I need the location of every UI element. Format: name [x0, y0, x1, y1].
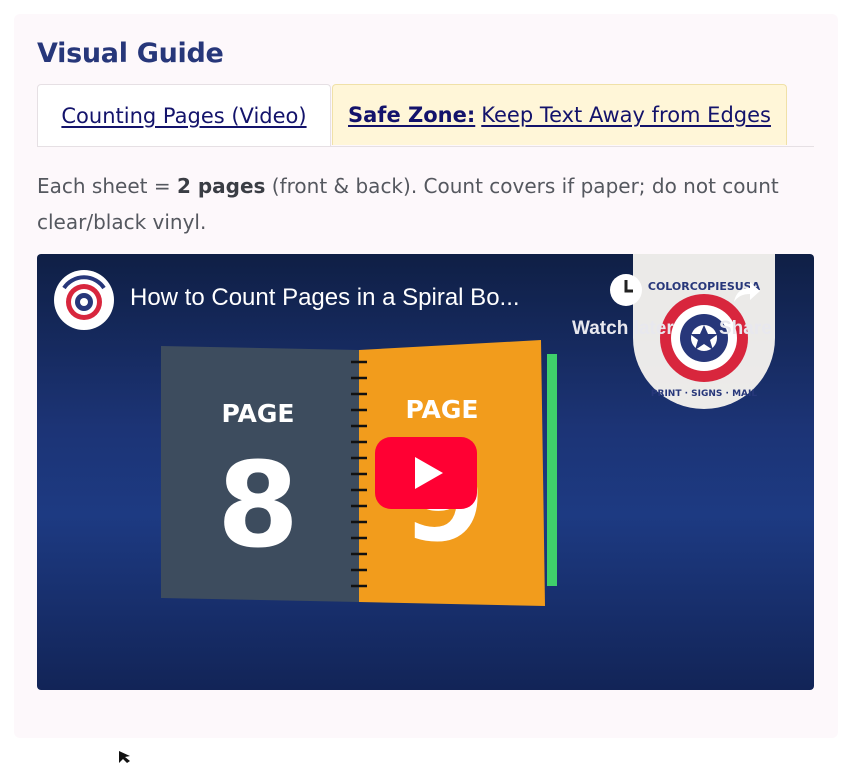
tab-safe-zone[interactable]: Safe Zone: Keep Text Away from Edges: [332, 84, 787, 145]
description-prefix: Each sheet =: [37, 174, 177, 198]
badge-tagline: PRINT · SIGNS · MAIL: [651, 389, 757, 399]
tab-label: Counting Pages (Video): [61, 103, 307, 128]
play-button[interactable]: [375, 437, 477, 509]
tab-counting-pages-video[interactable]: Counting Pages (Video): [37, 84, 331, 146]
visual-guide-card: Visual Guide Counting Pages (Video) Safe…: [14, 14, 838, 738]
share-button[interactable]: Share: [719, 318, 772, 340]
share-icon[interactable]: [728, 274, 764, 310]
left-page-number: 8: [217, 436, 299, 574]
tab-label: Safe Zone: Keep Text Away from Edges: [348, 103, 771, 127]
clock-icon[interactable]: [608, 272, 644, 308]
right-page-label: PAGE: [406, 395, 479, 424]
mouse-cursor-icon: [119, 751, 130, 763]
notebook-illustration: PAGE 8 PAGE 9: [161, 340, 557, 606]
description-text: Each sheet = 2 pages (front & back). Cou…: [37, 168, 807, 240]
channel-avatar[interactable]: [54, 270, 114, 330]
watch-later-button[interactable]: Watch later: [572, 318, 674, 340]
video-title[interactable]: How to Count Pages in a Spiral Bo...: [130, 284, 520, 312]
tab-bar: Counting Pages (Video) Safe Zone: Keep Te…: [37, 84, 814, 147]
left-page-label: PAGE: [222, 399, 295, 428]
video-player[interactable]: PAGE 8 PAGE 9 How to Count Pages i: [37, 254, 814, 690]
section-title: Visual Guide: [37, 38, 224, 69]
tab-label-rest: Keep Text Away from Edges: [481, 103, 771, 127]
description-emphasis: 2 pages: [176, 174, 266, 198]
tab-label-bold: Safe Zone:: [348, 103, 476, 127]
